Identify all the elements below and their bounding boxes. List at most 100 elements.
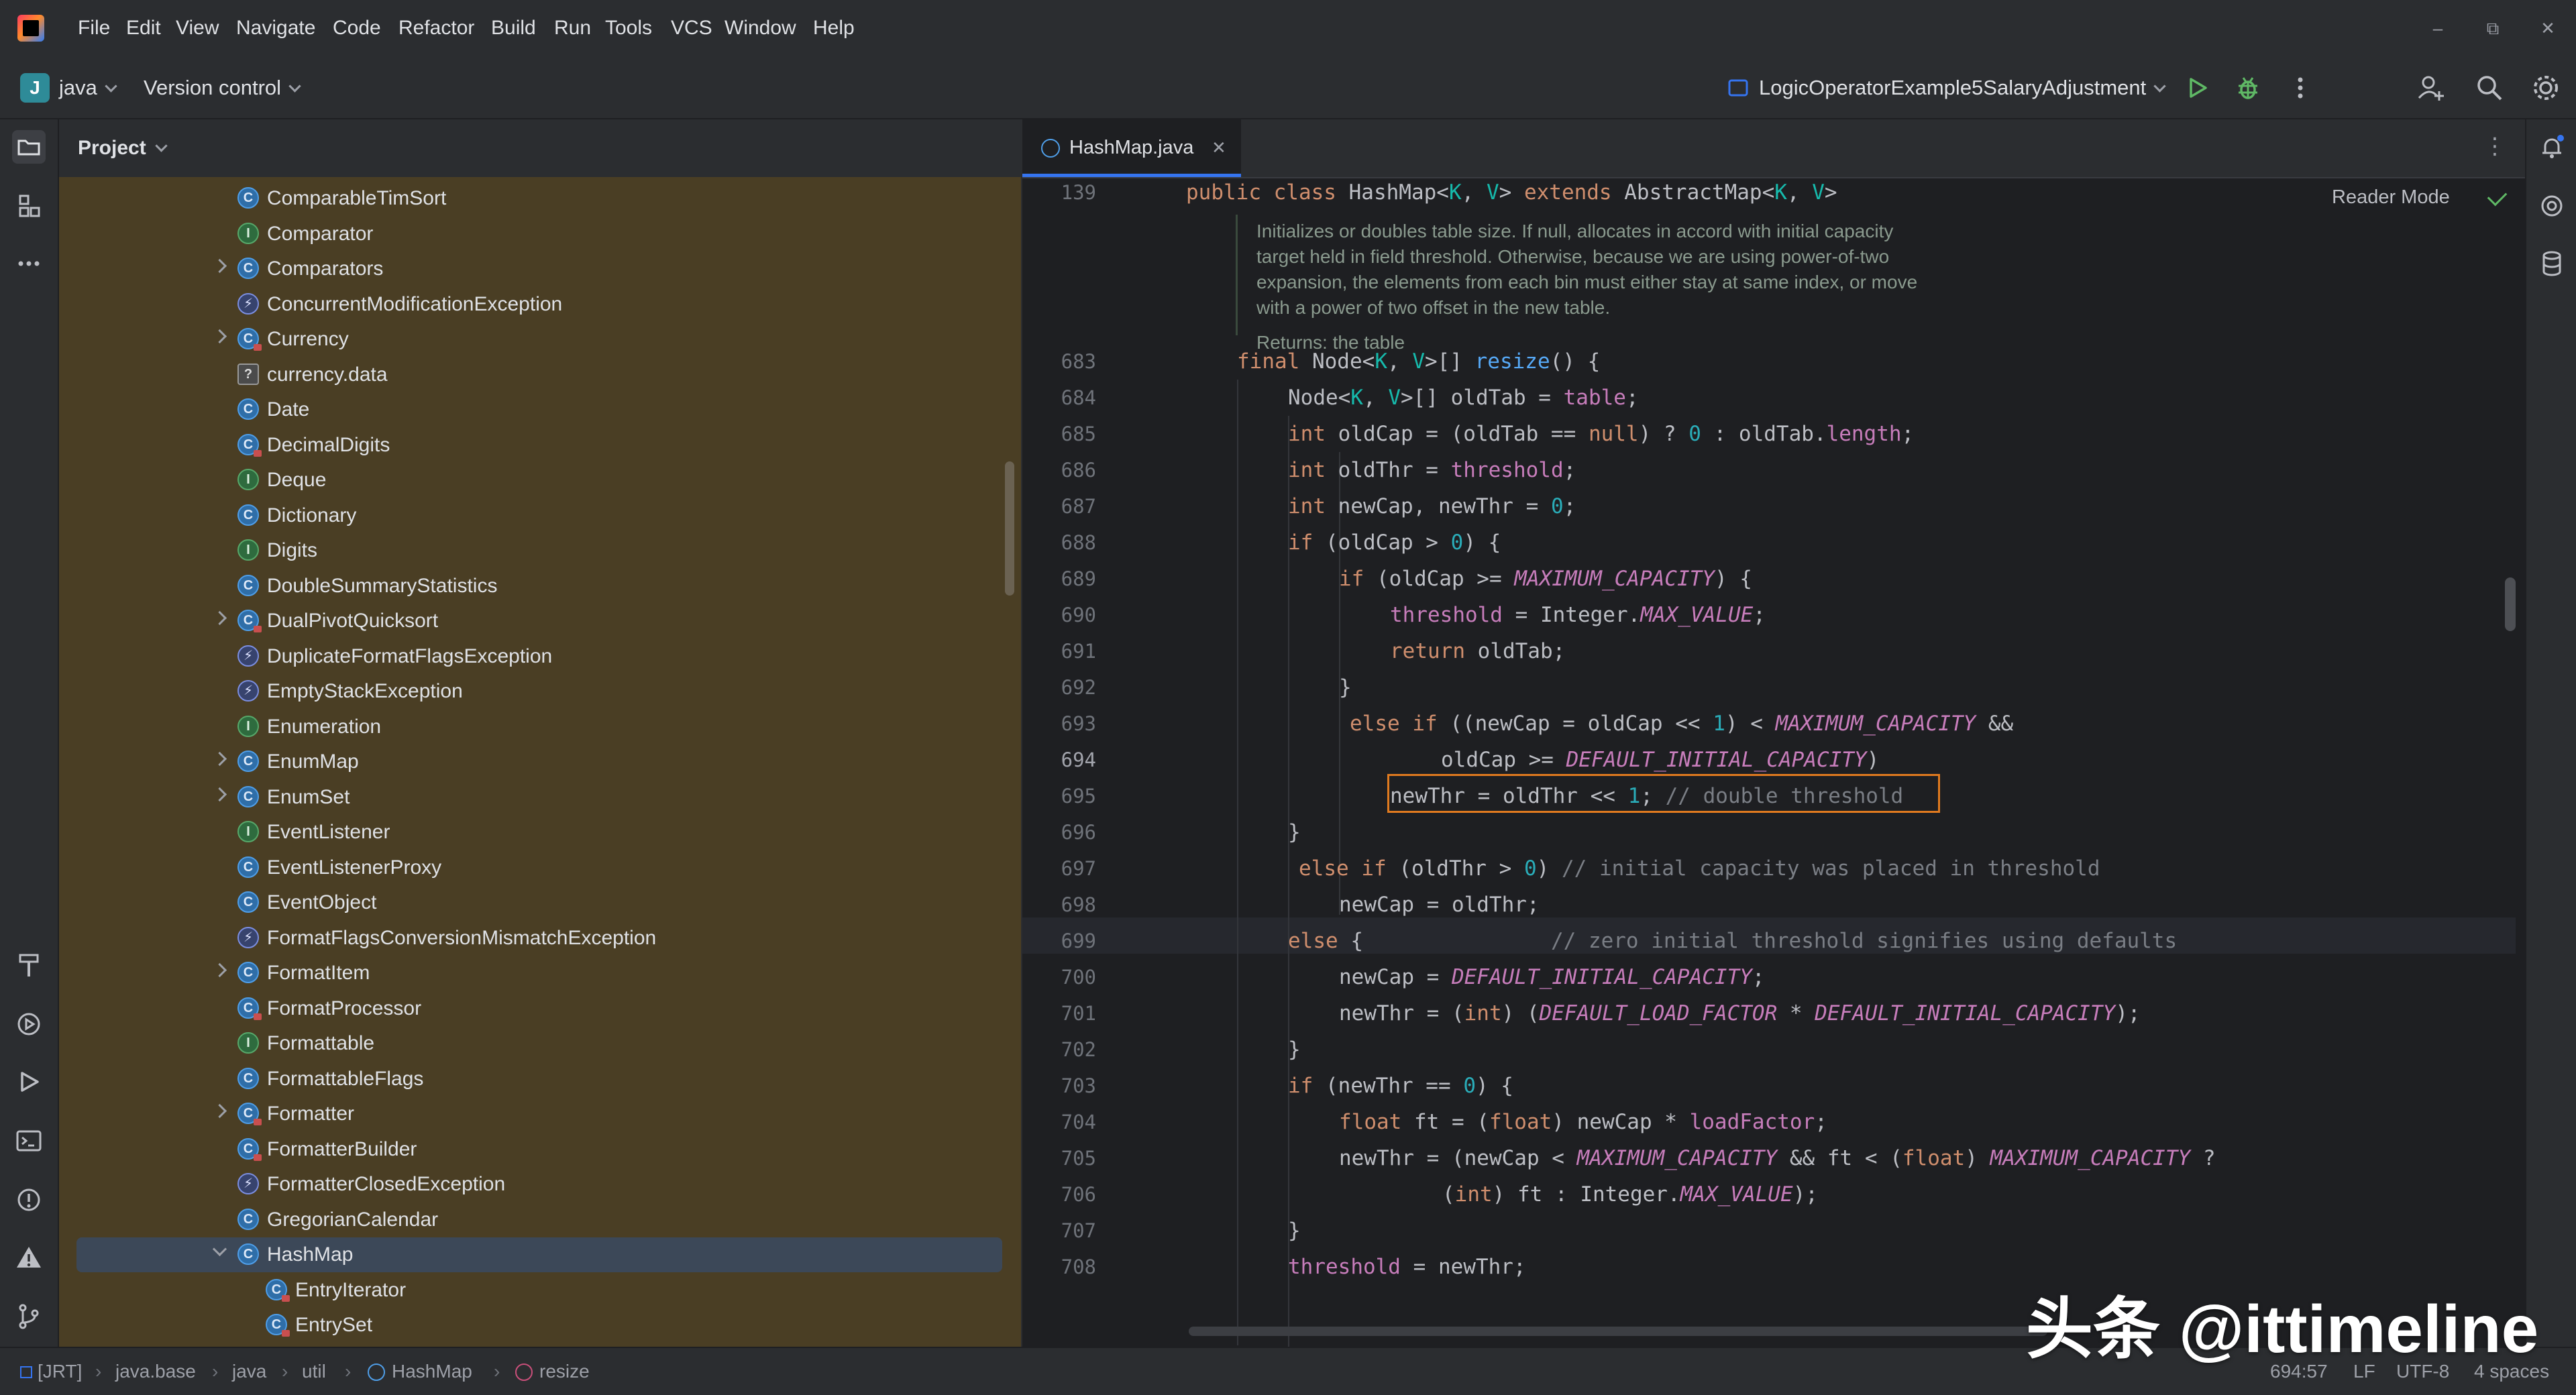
breadcrumb-separator-icon: › <box>494 1361 500 1382</box>
method-icon <box>515 1363 533 1381</box>
debug-icon[interactable] <box>2231 71 2265 105</box>
chevron-right-icon[interactable] <box>212 787 227 801</box>
chevron-right-icon[interactable] <box>212 329 227 344</box>
warning-icon[interactable] <box>12 1241 46 1274</box>
editor-vertical-scrollbar[interactable] <box>2505 577 2516 631</box>
run-tool-icon[interactable] <box>12 1065 46 1099</box>
git-branch-icon[interactable] <box>12 1300 46 1333</box>
run-config-selector[interactable]: LogicOperatorExample5SalaryAdjustment <box>1759 73 2166 103</box>
chevron-down-icon[interactable] <box>212 1241 227 1257</box>
tree-item[interactable]: C EntrySet <box>76 1308 1002 1343</box>
inspection-ok-check-icon[interactable] <box>2487 186 2508 207</box>
class-icon: C <box>237 187 259 209</box>
tree-item[interactable]: C FormatItem <box>76 956 1002 991</box>
tree-item[interactable]: C EnumMap <box>76 744 1002 779</box>
menu-code[interactable]: Code <box>333 15 381 42</box>
line-number: 697 <box>1061 857 1096 880</box>
tree-item[interactable]: C Currency <box>76 322 1002 357</box>
tab-actions-icon[interactable]: ⋮ <box>2483 133 2506 160</box>
build-hammer-icon[interactable] <box>12 948 46 982</box>
chevron-right-icon[interactable] <box>212 962 227 978</box>
tree-item[interactable]: ⚡ EmptyStackException <box>76 674 1002 709</box>
menu-file[interactable]: File <box>78 15 110 42</box>
tree-item[interactable]: C FormattableFlags <box>76 1062 1002 1097</box>
project-view-selector[interactable]: Project <box>78 134 168 162</box>
breadcrumb-util[interactable]: util <box>302 1359 326 1384</box>
tree-item[interactable]: I EventListener <box>76 815 1002 850</box>
intellij-logo-icon[interactable] <box>17 15 44 42</box>
minimize-button[interactable]: – <box>2418 12 2458 44</box>
close-window-button[interactable]: ✕ <box>2528 12 2568 44</box>
tree-item[interactable]: C DecimalDigits <box>76 428 1002 463</box>
search-icon[interactable] <box>2473 71 2506 105</box>
breadcrumb-jrt[interactable]: [JRT] <box>20 1359 82 1384</box>
tree-item[interactable]: C HashMap <box>76 1237 1002 1272</box>
code-area[interactable]: 139 public class HashMap<K, V> extends A… <box>1022 178 2526 1347</box>
tree-item[interactable]: C GregorianCalendar <box>76 1203 1002 1237</box>
tree-item[interactable]: I Enumeration <box>76 710 1002 744</box>
menu-refactor[interactable]: Refactor <box>398 15 474 42</box>
tree-item[interactable]: C ComparableTimSort <box>76 181 1002 216</box>
tree-item[interactable]: C DoubleSummaryStatistics <box>76 569 1002 604</box>
services-icon[interactable] <box>12 1007 46 1041</box>
tree-item[interactable]: C Formatter <box>76 1097 1002 1131</box>
chevron-right-icon[interactable] <box>212 751 227 767</box>
project-selector[interactable]: java <box>59 73 117 103</box>
chevron-right-icon[interactable] <box>212 1103 227 1119</box>
tree-item[interactable]: C Comparators <box>76 252 1002 286</box>
run-icon[interactable] <box>2180 71 2214 105</box>
breadcrumb-java[interactable]: java <box>232 1359 266 1384</box>
structure-icon[interactable] <box>12 189 46 223</box>
menu-navigate[interactable]: Navigate <box>236 15 315 42</box>
menu-tools[interactable]: Tools <box>605 15 652 42</box>
tree-item[interactable]: ⚡ ConcurrentModificationException <box>76 287 1002 322</box>
tree-item[interactable]: C EntryIterator <box>76 1273 1002 1308</box>
breadcrumb-resize[interactable]: resize <box>515 1359 590 1384</box>
tree-item[interactable]: I Deque <box>76 463 1002 498</box>
tree-item[interactable]: C DualPivotQuicksort <box>76 604 1002 638</box>
problems-icon[interactable] <box>12 1183 46 1217</box>
more-actions-icon[interactable] <box>2284 71 2317 105</box>
editor-horizontal-scrollbar[interactable] <box>1189 1327 2047 1336</box>
chevron-right-icon[interactable] <box>212 258 227 274</box>
tree-item[interactable]: C EventListenerProxy <box>76 850 1002 885</box>
add-user-icon[interactable] <box>2414 71 2447 105</box>
menu-window[interactable]: Window <box>724 15 796 42</box>
settings-gear-icon[interactable] <box>2529 71 2563 105</box>
project-badge[interactable]: J <box>20 73 50 103</box>
restore-button[interactable]: ⧉ <box>2473 12 2513 44</box>
more-tools-icon[interactable] <box>12 247 46 280</box>
chevron-right-icon[interactable] <box>212 610 227 626</box>
tree-item[interactable]: I Digits <box>76 533 1002 568</box>
menu-run[interactable]: Run <box>554 15 591 42</box>
tree-item[interactable]: ⚡ FormatFlagsConversionMismatchException <box>76 921 1002 956</box>
editor-tab-hashmap[interactable]: HashMap.java ✕ <box>1022 119 1241 177</box>
menu-view[interactable]: View <box>176 15 219 42</box>
tree-item[interactable]: C Dictionary <box>76 498 1002 533</box>
tree-item[interactable]: ⚡ DuplicateFormatFlagsException <box>76 639 1002 674</box>
menu-edit[interactable]: Edit <box>126 15 161 42</box>
menu-build[interactable]: Build <box>491 15 536 42</box>
tree-item[interactable]: I Comparator <box>76 217 1002 252</box>
tree-scrollbar[interactable] <box>1005 461 1014 596</box>
reader-mode-button[interactable]: Reader Mode <box>2332 184 2450 211</box>
tree-item[interactable]: C FormatProcessor <box>76 991 1002 1026</box>
tree-item[interactable]: C Date <box>76 392 1002 427</box>
ai-assistant-icon[interactable] <box>2535 189 2569 223</box>
notifications-bell-icon[interactable] <box>2535 130 2569 164</box>
tree-item[interactable]: ⚡ FormatterClosedException <box>76 1167 1002 1202</box>
breadcrumb-hashmap[interactable]: HashMap <box>368 1359 472 1384</box>
database-icon[interactable] <box>2535 247 2569 280</box>
terminal-icon[interactable] <box>12 1124 46 1158</box>
tree-item[interactable]: C FormatterBuilder <box>76 1132 1002 1167</box>
tree-item[interactable]: C EventObject <box>76 885 1002 920</box>
menu-help[interactable]: Help <box>813 15 855 42</box>
version-control-menu[interactable]: Version control <box>144 73 301 103</box>
breadcrumb-java-base[interactable]: java.base <box>115 1359 196 1384</box>
tree-item[interactable]: I Formattable <box>76 1026 1002 1061</box>
close-tab-icon[interactable]: ✕ <box>1212 134 1226 161</box>
tree-item[interactable]: ? currency.data <box>76 357 1002 392</box>
tree-item[interactable]: C EnumSet <box>76 780 1002 815</box>
menu-vcs[interactable]: VCS <box>671 15 712 42</box>
project-folder-icon[interactable] <box>12 130 46 164</box>
